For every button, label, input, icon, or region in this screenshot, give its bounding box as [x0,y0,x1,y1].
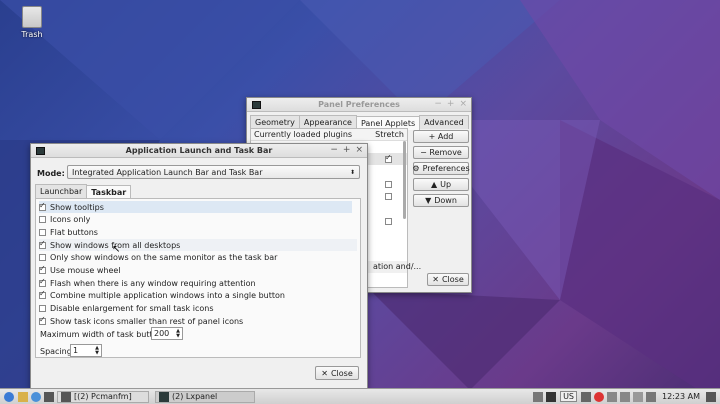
start-menu-icon[interactable] [4,391,14,402]
plugin-name: ation and/... [373,262,422,271]
keyboard-layout-indicator[interactable]: US [560,391,578,402]
stretch-checkbox[interactable] [385,193,392,200]
power-icon[interactable] [706,391,716,402]
tab-appearance[interactable]: Appearance [298,115,357,129]
checkbox[interactable] [39,239,46,249]
spacing-spinbox[interactable]: 1 ▲ ▼ [70,344,102,357]
mouse-cursor-icon: ↖ [112,244,121,255]
checkbox[interactable] [39,215,46,223]
checkbox[interactable] [39,253,46,261]
battery-icon[interactable] [633,391,644,402]
window-title: Application Launch and Task Bar [125,146,273,155]
network-status-icon[interactable] [646,391,657,402]
arrow-up-icon: ▲ [430,180,438,189]
arrow-down-icon: ▼ [425,196,432,205]
panel-prefs-close-button[interactable]: ✕ Close [427,273,469,286]
bottom-panel: [(2) Pcmanfm] (2) Lxpanel US 12:23 AM [0,388,720,404]
folder-icon [61,391,71,402]
stretch-column-header: Stretch [375,130,404,139]
tab-geometry[interactable]: Geometry [250,115,300,129]
max-width-spinbox[interactable]: 200 ▲ ▼ [151,327,183,340]
display-icon[interactable] [581,391,592,402]
volume-icon[interactable] [620,391,631,402]
move-up-button[interactable]: ▲ Up [413,178,469,191]
select-arrows-icon: ⬍ [349,168,355,176]
option-flash-attention[interactable]: Flash when there is any window requiring… [39,277,256,289]
vertical-scrollbar[interactable] [403,141,406,219]
checkbox[interactable] [39,264,46,274]
tab-advanced[interactable]: Advanced [419,115,469,129]
stretch-checkbox[interactable] [385,153,392,163]
move-down-button[interactable]: ▼ Down [413,194,469,207]
app-icon[interactable] [546,391,557,402]
task-button-pcmanfm[interactable]: [(2) Pcmanfm] [57,390,149,403]
close-icon: ✕ [321,368,328,378]
checkbox[interactable] [39,201,46,211]
spacing-label: Spacing [40,347,72,356]
close-icon[interactable]: × [459,99,467,109]
minimize-icon[interactable]: − [434,99,442,109]
option-flat-buttons[interactable]: Flat buttons [39,226,98,238]
task-button-lxpanel[interactable]: (2) Lxpanel [155,390,255,403]
checkbox[interactable] [39,315,46,325]
gear-icon: ⚙ [412,164,420,173]
tab-taskbar[interactable]: Taskbar [86,185,132,199]
option-icons-only[interactable]: Icons only [39,213,90,225]
option-smaller-icons[interactable]: Show task icons smaller than rest of pan… [39,315,243,327]
plugins-column-header: Currently loaded plugins [254,130,353,139]
clock[interactable]: 12:23 AM [662,392,700,401]
spin-arrows-icon[interactable]: ▲ ▼ [176,328,180,339]
checkbox[interactable] [39,289,46,299]
option-same-monitor[interactable]: Only show windows on the same monitor as… [39,251,277,263]
option-combine-windows[interactable]: Combine multiple application windows int… [39,289,285,301]
option-show-tooltips[interactable]: Show tooltips [39,201,352,213]
checkbox[interactable] [39,304,46,312]
close-icon: ✕ [432,275,439,284]
option-disable-enlargement[interactable]: Disable enlargement for small task icons [39,302,213,314]
plugin-preferences-button[interactable]: ⚙ Preferences [412,162,470,175]
app-launch-close-button[interactable]: ✕ Close [315,366,359,380]
trash-icon [22,6,42,28]
web-browser-icon[interactable] [31,391,41,402]
checkbox[interactable] [39,228,46,236]
trash-desktop-icon[interactable]: Trash [18,6,46,39]
checkbox[interactable] [39,277,46,287]
spin-arrows-icon[interactable]: ▲ ▼ [95,345,99,356]
desktop-icon[interactable] [44,391,54,402]
maximize-icon[interactable]: + [343,145,351,155]
panel-prefs-tabs: Geometry Appearance Panel Applets Advanc… [247,112,471,130]
remove-plugin-button[interactable]: − Remove [413,146,469,159]
app-launch-tabs: Launchbar Taskbar [35,184,132,199]
file-manager-icon[interactable] [18,391,28,402]
option-show-all-desktops[interactable]: Show windows from all desktops [39,239,357,251]
minimize-icon[interactable]: − [330,145,338,155]
stretch-checkbox[interactable] [385,218,392,225]
stretch-checkbox[interactable] [385,181,392,188]
app-launch-titlebar[interactable]: Application Launch and Task Bar − + × [31,144,367,158]
close-icon[interactable]: × [355,145,363,155]
window-icon [159,391,169,402]
desktop: Trash Panel Preferences − + × Geometry A… [0,0,720,404]
mode-select[interactable]: Integrated Application Launch Bar and Ta… [67,165,360,179]
max-width-label: Maximum width of task button [40,330,163,339]
taskbar-options-panel: Show tooltips Icons only Flat buttons Sh… [35,198,361,358]
mode-select-value: Integrated Application Launch Bar and Ta… [72,167,263,177]
add-plugin-button[interactable]: + Add [413,130,469,143]
option-mouse-wheel[interactable]: Use mouse wheel [39,264,121,276]
maximize-icon[interactable]: + [447,99,455,109]
record-icon[interactable] [594,391,605,402]
tray-icon[interactable] [607,391,618,402]
mode-label: Mode: [37,169,65,178]
app-launch-taskbar-window: Application Launch and Task Bar − + × Mo… [30,143,368,389]
trash-label: Trash [21,30,43,39]
panel-preferences-titlebar[interactable]: Panel Preferences − + × [247,98,471,112]
tab-launchbar[interactable]: Launchbar [35,184,88,198]
network-icon[interactable] [533,391,544,402]
